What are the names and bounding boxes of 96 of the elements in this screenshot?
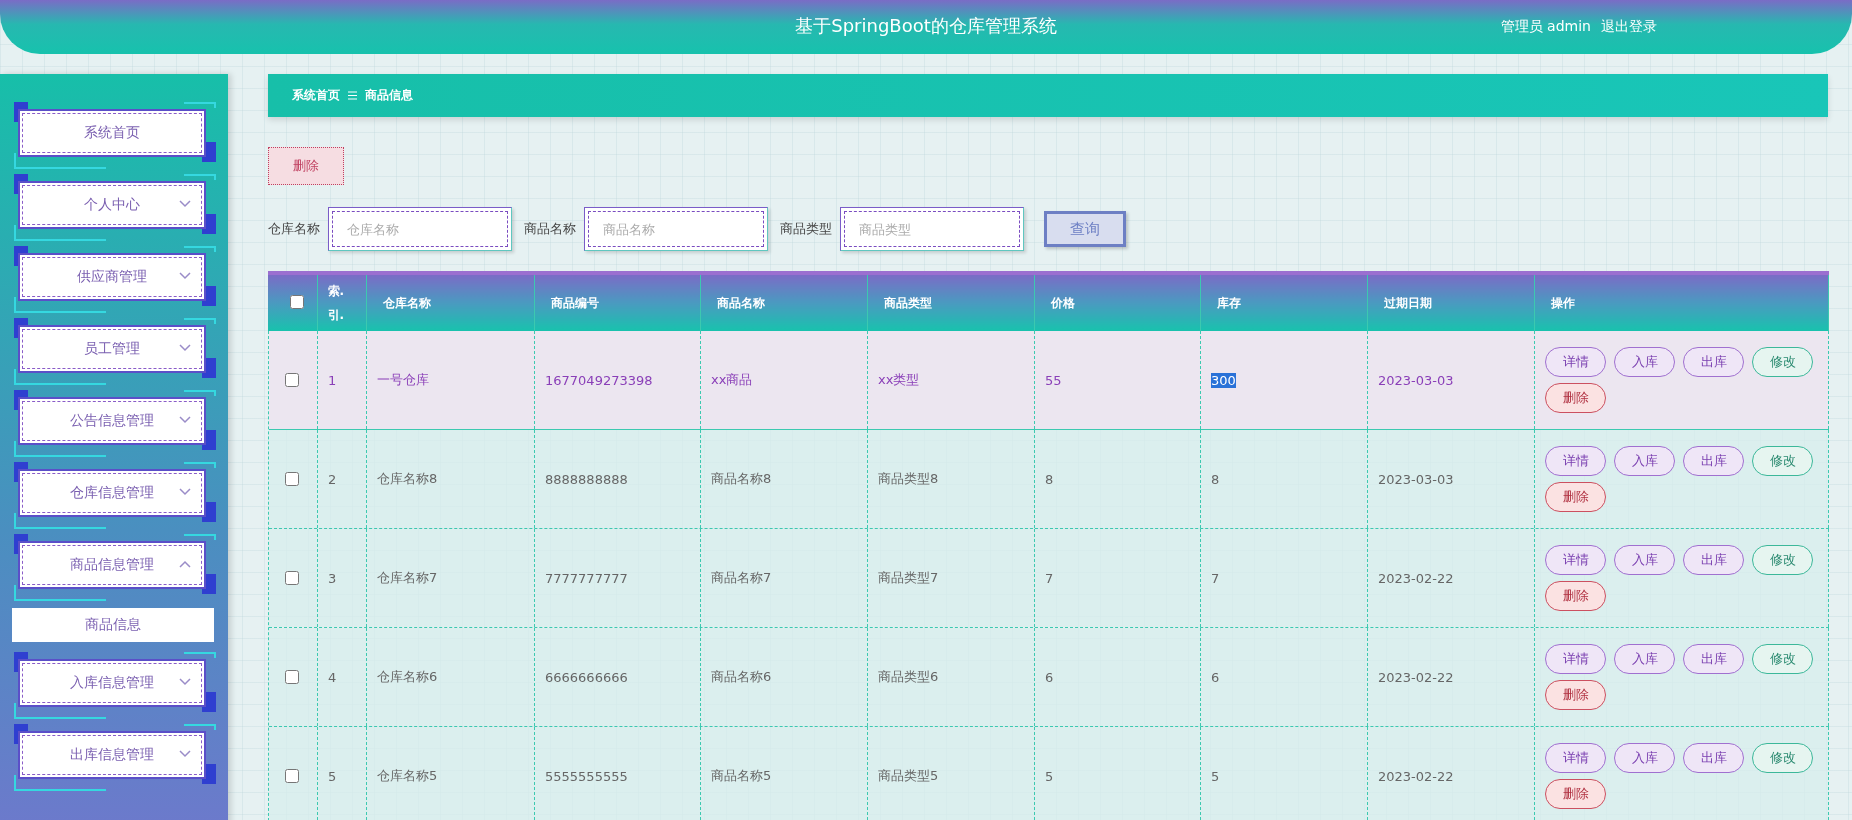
table-cell: 商品名称6 (711, 668, 772, 686)
chevron-down-icon (179, 200, 191, 208)
search-field[interactable]: 商品名称 (584, 207, 768, 251)
row-checkbox[interactable] (285, 373, 299, 387)
action-button[interactable]: 入库 (1614, 545, 1675, 575)
table-cell: 6 (1211, 669, 1220, 685)
table-cell: 仓库名称7 (377, 569, 438, 587)
table-cell: 8 (1211, 471, 1220, 487)
chevron-down-icon (179, 488, 191, 496)
row-checkbox[interactable] (285, 670, 299, 684)
table-cell: 商品名称5 (711, 767, 772, 785)
table-cell: 商品类型8 (878, 470, 939, 488)
sidebar-submenu-item[interactable]: 商品信息 (12, 608, 214, 642)
action-button[interactable]: 修改 (1752, 545, 1813, 575)
table-cell: 5 (328, 768, 337, 784)
column-header: 索.引. (327, 283, 346, 324)
field-label: 商品名称 (524, 220, 576, 238)
action-button[interactable]: 详情 (1545, 743, 1606, 773)
action-button[interactable]: 修改 (1752, 446, 1813, 476)
table-cell: 7777777777 (545, 570, 628, 586)
table-cell: 2023-02-22 (1378, 570, 1454, 586)
chevron-down-icon (179, 272, 191, 280)
app-title: 基于SpringBoot的仓库管理系统 (795, 14, 1057, 38)
table-cell: 1 (328, 372, 337, 388)
table-cell: 商品名称7 (711, 569, 772, 587)
select-all-checkbox[interactable] (290, 294, 304, 309)
field-label: 商品类型 (780, 220, 832, 238)
action-button[interactable]: 出库 (1683, 743, 1744, 773)
table-cell: 仓库名称6 (377, 668, 438, 686)
table-cell: 7 (1045, 570, 1054, 586)
table-cell: 商品类型5 (878, 767, 939, 785)
table-cell: 商品名称8 (711, 470, 772, 488)
action-button[interactable]: 出库 (1683, 644, 1744, 674)
table-cell: 7 (1211, 570, 1220, 586)
column-header: 过期日期 (1383, 295, 1432, 310)
table-cell: 2023-03-03 (1378, 471, 1454, 487)
table-cell: 5555555555 (545, 768, 628, 784)
table-cell: 2 (328, 471, 337, 487)
table-cell: 8888888888 (545, 471, 628, 487)
query-button[interactable]: 查询 (1044, 211, 1126, 247)
table-cell: 8 (1045, 471, 1054, 487)
table-cell: 一号仓库 (377, 371, 429, 389)
column-header: 商品名称 (716, 295, 765, 310)
chevron-down-icon (179, 416, 191, 424)
table-cell: 1677049273398 (545, 372, 653, 388)
action-button[interactable]: 详情 (1545, 545, 1606, 575)
chevron-down-icon (179, 750, 191, 758)
table-cell: 55 (1045, 372, 1062, 388)
row-checkbox[interactable] (285, 769, 299, 783)
table-cell: xx类型 (878, 371, 920, 389)
table-cell: 6666666666 (545, 669, 628, 685)
action-button[interactable]: 入库 (1614, 644, 1675, 674)
user-label: 管理员 admin (1500, 18, 1591, 36)
column-header: 商品编号 (550, 295, 599, 310)
table-cell: 5 (1045, 768, 1054, 784)
row-checkbox[interactable] (285, 571, 299, 585)
chevron-up-icon (179, 560, 191, 568)
action-button[interactable]: 入库 (1614, 743, 1675, 773)
table-cell: 5 (1211, 768, 1220, 784)
action-button[interactable]: 详情 (1545, 347, 1606, 377)
action-button[interactable]: 删除 (1545, 680, 1606, 710)
action-button[interactable]: 详情 (1545, 446, 1606, 476)
action-button[interactable]: 删除 (1545, 581, 1606, 611)
column-header: 仓库名称 (382, 295, 431, 310)
action-button[interactable]: 删除 (1545, 383, 1606, 413)
column-header: 价格 (1050, 295, 1075, 310)
action-button[interactable]: 出库 (1683, 545, 1744, 575)
table-cell: 4 (328, 669, 337, 685)
table-cell: 商品类型6 (878, 668, 939, 686)
table-cell: 仓库名称8 (377, 470, 438, 488)
table-cell: 仓库名称5 (377, 767, 438, 785)
action-button[interactable]: 修改 (1752, 347, 1813, 377)
column-header: 操作 (1550, 295, 1575, 310)
action-button[interactable]: 出库 (1683, 446, 1744, 476)
action-button[interactable]: 入库 (1614, 347, 1675, 377)
action-button[interactable]: 详情 (1545, 644, 1606, 674)
table-cell: 2023-03-03 (1378, 372, 1454, 388)
action-button[interactable]: 删除 (1545, 779, 1606, 809)
column-header: 库存 (1216, 295, 1241, 310)
table-cell: xx商品 (711, 371, 753, 389)
field-label: 仓库名称 (268, 220, 320, 238)
table-cell: 商品类型7 (878, 569, 939, 587)
delete-button[interactable]: 删除 (268, 147, 344, 185)
table-cell: 3 (328, 570, 337, 586)
search-field[interactable]: 商品类型 (840, 207, 1024, 251)
table-cell: 2023-02-22 (1378, 768, 1454, 784)
chevron-down-icon (179, 344, 191, 352)
separator-icon (348, 91, 357, 100)
table-cell: 2023-02-22 (1378, 669, 1454, 685)
column-header: 商品类型 (883, 295, 932, 310)
action-button[interactable]: 入库 (1614, 446, 1675, 476)
table-cell: 6 (1045, 669, 1054, 685)
row-checkbox[interactable] (285, 472, 299, 486)
search-field[interactable]: 仓库名称 (328, 207, 512, 251)
chevron-down-icon (179, 678, 191, 686)
action-button[interactable]: 删除 (1545, 482, 1606, 512)
